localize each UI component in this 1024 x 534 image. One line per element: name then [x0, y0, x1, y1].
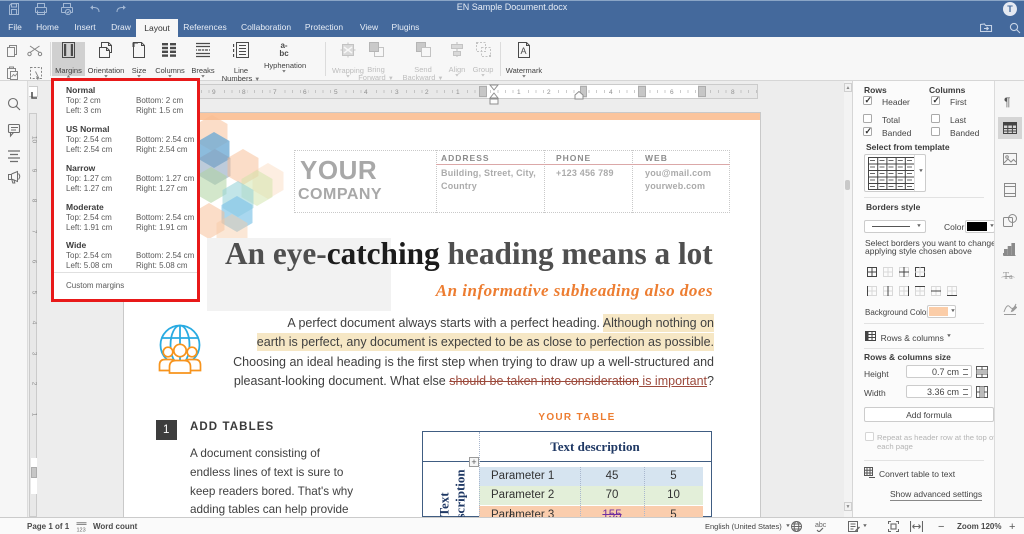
svg-text:abc: abc — [815, 522, 827, 529]
svg-text:A: A — [521, 46, 527, 56]
svg-text:123: 123 — [77, 528, 86, 533]
